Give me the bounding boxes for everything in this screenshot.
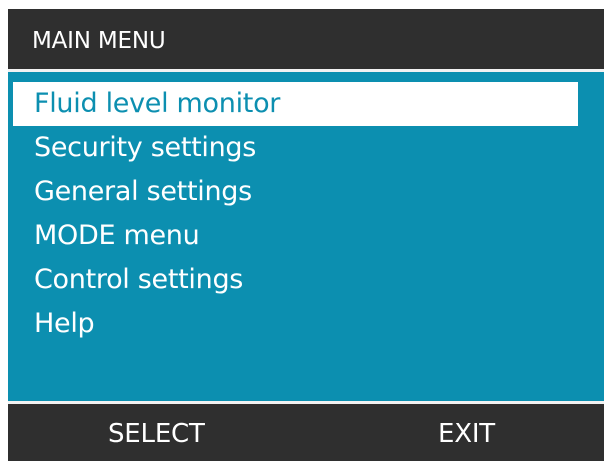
menu-list: Fluid level monitor Security settings Ge… xyxy=(8,82,604,346)
main-menu: Fluid level monitor Security settings Ge… xyxy=(8,72,604,401)
menu-item-mode-menu[interactable]: MODE menu xyxy=(13,214,578,258)
menu-item-help[interactable]: Help xyxy=(13,302,578,346)
menu-item-general-settings[interactable]: General settings xyxy=(13,170,578,214)
exit-softkey[interactable]: EXIT xyxy=(438,418,495,450)
page-title: MAIN MENU xyxy=(32,28,166,54)
title-bar: MAIN MENU xyxy=(8,9,604,72)
device-display: MAIN MENU Fluid level monitor Security s… xyxy=(0,0,606,461)
softkey-bar: SELECT EXIT xyxy=(8,404,604,461)
menu-item-control-settings[interactable]: Control settings xyxy=(13,258,578,302)
lcd-screen: MAIN MENU Fluid level monitor Security s… xyxy=(8,9,604,461)
menu-item-security-settings[interactable]: Security settings xyxy=(13,126,578,170)
select-softkey[interactable]: SELECT xyxy=(108,418,205,450)
menu-item-fluid-level-monitor[interactable]: Fluid level monitor xyxy=(13,82,578,126)
